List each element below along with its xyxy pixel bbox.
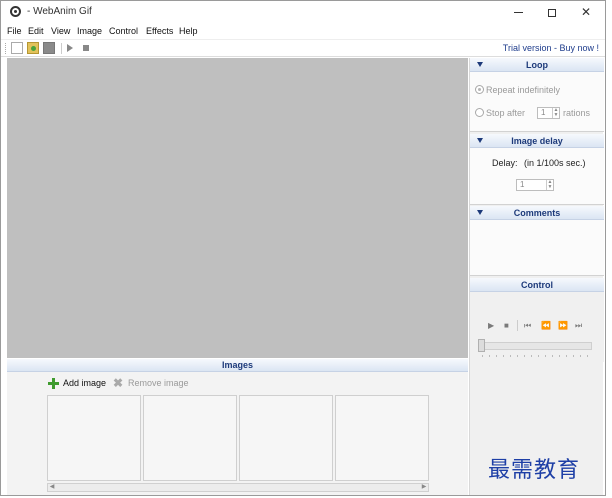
maximize-button[interactable] [535,1,569,23]
app-logo-icon [10,6,21,17]
frame-slider-thumb[interactable] [478,339,485,352]
scroll-left-icon[interactable]: ◀ [48,484,56,491]
menu-file[interactable]: File [7,26,22,36]
comments-header[interactable]: Comments [470,206,604,220]
spin-arrows-icon[interactable]: ▲ ▼ [552,108,559,118]
image-delay-header[interactable]: Image delay [470,134,604,148]
menu-effects[interactable]: Effects [146,26,173,36]
menu-edit[interactable]: Edit [28,26,44,36]
menu-help[interactable]: Help [179,26,198,36]
remove-icon: ✖ [113,376,124,390]
delay-label: Delay: [492,158,518,168]
thumbnail-scrollbar[interactable]: ◀ ▶ [47,483,429,492]
toolbar-grip[interactable] [5,43,7,54]
add-icon[interactable] [48,378,59,389]
loop-section: Loop Repeat indefinitely Stop after 1 ▲ ▼… [470,58,604,132]
delay-unit-label: (in 1/100s sec.) [524,158,586,168]
loop-header[interactable]: Loop [470,58,604,72]
image-delay-body: Delay: (in 1/100s sec.) 1 ▲ ▼ [470,148,604,205]
loop-body: Repeat indefinitely Stop after 1 ▲ ▼ rati… [470,72,604,132]
stop-after-label: Stop after [486,108,526,118]
comments-section: Comments [470,206,604,276]
delay-stepper[interactable]: 1 ▲ ▼ [516,179,554,191]
menu-control[interactable]: Control [109,26,138,36]
next-frame-icon[interactable]: ⏩ [558,321,568,330]
images-header: Images [7,359,468,372]
thumbnail-slot[interactable] [143,395,237,481]
trial-buy-link[interactable]: Trial version - Buy now ! [503,43,599,53]
control-separator [517,320,518,331]
thumbnail-strip [47,395,429,481]
iterations-value: 1 [541,108,546,117]
remove-image-button: Remove image [128,378,189,388]
toolbar: Trial version - Buy now ! [1,40,605,57]
menu-image[interactable]: Image [77,26,102,36]
repeat-indefinitely-radio[interactable] [475,85,484,94]
iterations-stepper[interactable]: 1 ▲ ▼ [537,107,560,119]
app-window: - WebAnim Gif ✕ File Edit View Image Con… [0,0,606,496]
save-file-icon[interactable] [43,42,55,54]
repeat-indefinitely-label: Repeat indefinitely [486,85,561,95]
iterations-label: rations [563,108,591,118]
spin-arrows-icon[interactable]: ▲ ▼ [546,180,553,190]
slider-ticks [482,355,590,357]
images-panel: Images Add image ✖ Remove image ◀ ▶ [7,359,468,495]
comments-textarea[interactable] [470,220,604,276]
title-bar: - WebAnim Gif ✕ [1,1,605,23]
control-body: ▶ ■ ⏮ ⏪ ⏩ ⏭ [470,292,604,362]
previous-frame-icon[interactable]: ⏪ [541,321,551,330]
maximize-icon [548,8,556,17]
frame-slider[interactable] [480,342,592,350]
play-icon[interactable]: ▶ [488,321,494,330]
comments-title: Comments [513,208,561,218]
images-title: Images [221,360,254,370]
delay-value: 1 [520,180,525,189]
animation-canvas[interactable] [7,58,468,358]
open-file-icon[interactable] [27,42,39,54]
control-title: Control [521,280,553,290]
properties-panel: Loop Repeat indefinitely Stop after 1 ▲ ▼… [469,58,604,495]
image-delay-title: Image delay [511,136,563,146]
control-header[interactable]: Control [470,278,604,292]
loop-title: Loop [526,60,548,70]
minimize-button[interactable] [501,1,535,23]
window-title: - WebAnim Gif [27,6,92,17]
close-button[interactable]: ✕ [569,1,603,23]
menu-bar: File Edit View Image Control Effects Hel… [1,23,605,40]
new-file-icon[interactable] [11,42,23,54]
menu-view[interactable]: View [51,26,70,36]
stop-after-radio[interactable] [475,108,484,117]
control-section: Control ▶ ■ ⏮ ⏪ ⏩ ⏭ [470,278,604,362]
add-image-button[interactable]: Add image [63,378,106,388]
thumbnail-slot[interactable] [335,395,429,481]
image-delay-section: Image delay Delay: (in 1/100s sec.) 1 ▲ ▼ [470,134,604,205]
first-frame-icon[interactable]: ⏮ [524,321,531,331]
thumbnail-slot[interactable] [239,395,333,481]
watermark-text: 最需教育 [488,458,581,483]
stop-icon[interactable] [83,45,89,51]
minimize-icon [513,12,523,14]
play-icon[interactable] [67,44,73,52]
last-frame-icon[interactable]: ⏭ [575,321,582,331]
scroll-right-icon[interactable]: ▶ [420,484,428,491]
stop-icon[interactable]: ■ [504,321,509,330]
toolbar-separator [61,43,62,54]
thumbnail-slot[interactable] [47,395,141,481]
